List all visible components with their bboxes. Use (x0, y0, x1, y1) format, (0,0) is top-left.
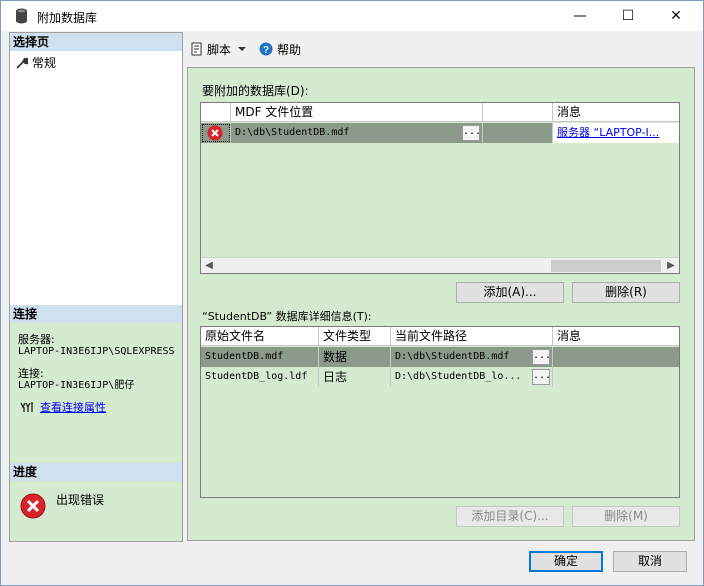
error-icon (207, 125, 223, 141)
file-type-cell: 数据 (319, 347, 391, 367)
connection-properties-icon (20, 402, 33, 412)
original-name-cell: StudentDB.mdf (201, 347, 319, 367)
main-panel: 要附加的数据库(D): MDF 文件位置 消息 D:\db\StudentDB.… (187, 67, 695, 541)
column-status (201, 103, 231, 122)
browse-button[interactable]: ... (532, 369, 551, 385)
current-path-cell: D:\db\StudentDB.mdf ... (391, 347, 553, 367)
window-title: 附加数据库 (37, 11, 98, 25)
server-value: LAPTOP-IN3E6IJP\SQLEXPRESS (18, 346, 175, 357)
chevron-down-icon[interactable] (237, 45, 247, 53)
database-icon (16, 8, 27, 24)
column-file-type: 文件类型 (319, 327, 391, 346)
error-icon (20, 493, 46, 519)
minimize-icon: — (573, 8, 587, 24)
connection-value: LAPTOP-IN3E6IJP\肥仔 (18, 380, 135, 391)
scroll-thumb[interactable] (551, 260, 661, 272)
close-button[interactable]: ✕ (653, 1, 699, 31)
browse-button[interactable]: ... (532, 349, 551, 365)
details-grid-header: 原始文件名 文件类型 当前文件路径 消息 (201, 327, 679, 346)
status-cell (201, 123, 231, 143)
spacer-cell (483, 123, 553, 143)
cancel-button[interactable]: 取消 (613, 551, 687, 572)
script-button[interactable]: 脚本 (191, 41, 231, 58)
remove-file-button[interactable]: 删除(M) (572, 506, 680, 527)
column-message: 消息 (553, 103, 679, 122)
table-row[interactable]: D:\db\StudentDB.mdf ... 服务器 “LAPTOP-I... (201, 123, 679, 143)
add-catalog-button[interactable]: 添加目录(C)... (456, 506, 564, 527)
column-current-path: 当前文件路径 (391, 327, 553, 346)
attach-database-dialog: 附加数据库 — ☐ ✕ 选择页 常规 连接 服务器: LAPTOP-IN3E6I… (0, 0, 704, 586)
progress-panel: 出现错误 (10, 481, 182, 541)
current-path: D:\db\StudentDB.mdf (395, 351, 510, 362)
view-connection-properties[interactable]: 查看连接属性 (20, 399, 106, 415)
ok-button[interactable]: 确定 (529, 551, 603, 572)
sidebar-item-general[interactable]: 常规 (16, 54, 56, 71)
column-original-name: 原始文件名 (201, 327, 319, 346)
title-bar: 附加数据库 — ☐ ✕ (1, 1, 703, 31)
progress-status: 出现错误 (56, 493, 105, 507)
maximize-button[interactable]: ☐ (605, 1, 651, 31)
column-mdf-location: MDF 文件位置 (231, 103, 483, 122)
message-cell (553, 367, 679, 387)
message-link[interactable]: 服务器 “LAPTOP-I... (557, 126, 659, 139)
details-label: “StudentDB” 数据库详细信息(T): (202, 310, 372, 323)
help-icon: ? (259, 42, 273, 56)
wrench-icon (16, 56, 28, 69)
connection-panel: 服务器: LAPTOP-IN3E6IJP\SQLEXPRESS 连接: LAPT… (10, 323, 182, 463)
databases-grid-header: MDF 文件位置 消息 (201, 103, 679, 122)
column-spacer (483, 103, 553, 122)
remove-database-button[interactable]: 删除(R) (572, 282, 680, 303)
message-cell[interactable]: 服务器 “LAPTOP-I... (553, 123, 679, 143)
close-icon: ✕ (670, 8, 682, 24)
original-name-cell: StudentDB_log.ldf (201, 367, 319, 387)
sidebar: 选择页 常规 连接 服务器: LAPTOP-IN3E6IJP\SQLEXPRES… (9, 32, 183, 542)
databases-label: 要附加的数据库(D): (202, 84, 309, 98)
column-message: 消息 (553, 327, 679, 346)
mdf-path-cell: D:\db\StudentDB.mdf ... (231, 123, 483, 143)
current-path-cell: D:\db\StudentDB_lo... ... (391, 367, 553, 387)
file-type-cell: 日志 (319, 367, 391, 387)
help-label: 帮助 (277, 42, 302, 57)
minimize-button[interactable]: — (557, 1, 603, 31)
mdf-path: D:\db\StudentDB.mdf (235, 127, 350, 138)
svg-text:?: ? (263, 45, 269, 56)
sidebar-item-label: 常规 (32, 56, 57, 70)
databases-grid[interactable]: MDF 文件位置 消息 D:\db\StudentDB.mdf ... 服务器 … (200, 102, 680, 274)
details-grid[interactable]: 原始文件名 文件类型 当前文件路径 消息 StudentDB.mdf 数据 D:… (200, 326, 680, 498)
scroll-left-icon[interactable]: ◀ (201, 258, 217, 273)
progress-header: 进度 (10, 463, 182, 481)
help-button[interactable]: ? 帮助 (259, 41, 301, 58)
scroll-right-icon[interactable]: ▶ (663, 258, 679, 273)
toolbar: 脚本 ? 帮助 (191, 37, 301, 61)
maximize-icon: ☐ (621, 8, 635, 24)
script-icon (191, 42, 202, 56)
table-row[interactable]: StudentDB_log.ldf 日志 D:\db\StudentDB_lo.… (201, 367, 679, 387)
connection-header: 连接 (10, 305, 182, 323)
databases-hscrollbar[interactable]: ◀ ▶ (201, 257, 679, 273)
select-page-header: 选择页 (10, 33, 182, 51)
add-database-button[interactable]: 添加(A)... (456, 282, 564, 303)
view-connection-properties-link[interactable]: 查看连接属性 (40, 399, 106, 415)
script-label: 脚本 (207, 42, 232, 57)
current-path: D:\db\StudentDB_lo... (395, 371, 522, 382)
message-cell (553, 347, 679, 367)
browse-button[interactable]: ... (462, 125, 481, 141)
table-row[interactable]: StudentDB.mdf 数据 D:\db\StudentDB.mdf ... (201, 347, 679, 367)
